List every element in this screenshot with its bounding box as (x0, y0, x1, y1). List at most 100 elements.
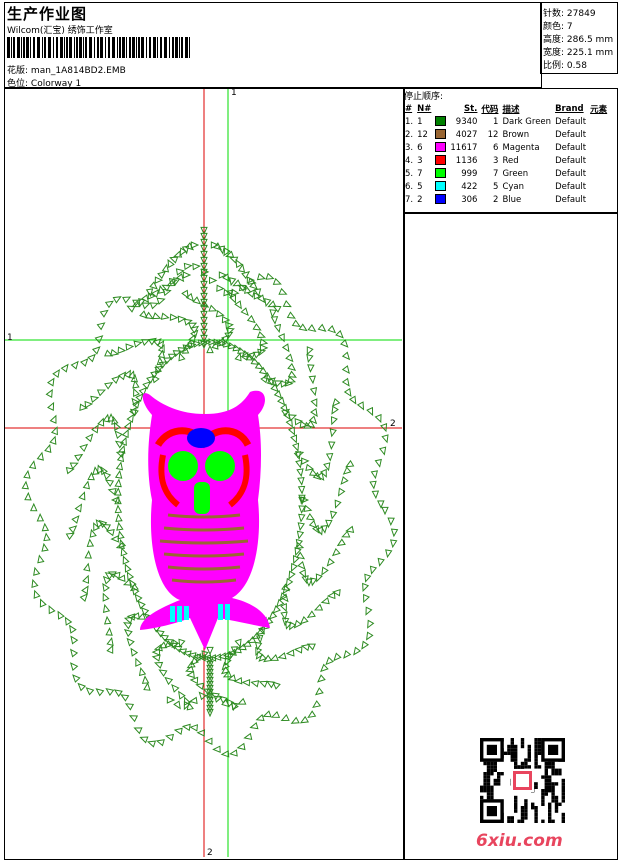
swatch-icon (435, 194, 447, 205)
stop-stitches: 4027 (455, 129, 478, 140)
table-row: 5. 7 999 7 Green Default (403, 167, 609, 180)
subtitle: Wilcom(汇宝) 绣饰工作室 (7, 26, 113, 36)
stop-needle: 12 (417, 129, 428, 140)
owl-head-blue (187, 428, 215, 448)
stop-element (588, 141, 609, 154)
stop-needle: 5 (417, 181, 423, 192)
stop-stitches: 306 (461, 194, 478, 205)
owl-eye-left (168, 451, 198, 481)
stop-element (588, 128, 609, 141)
stop-needle: 3 (417, 155, 423, 166)
stop-code: 3 (493, 155, 499, 166)
stop-stitches: 11617 (450, 142, 478, 153)
color-swatch (433, 180, 448, 193)
stop-brand: Default (555, 142, 587, 153)
owl-motif (140, 390, 270, 650)
col-index: # (405, 103, 413, 114)
stop-sequence-table: # N# St. 代码 描述 Brand 元素 1. 1 9340 1 Dark Gre… (403, 102, 609, 206)
stop-brand: Default (555, 194, 587, 205)
design-label: 花版: (7, 66, 29, 76)
stop-code: 12 (487, 129, 499, 140)
stop-description: Blue (502, 194, 522, 205)
info-scale: 比例: 0.58 (543, 61, 587, 71)
color-swatch (433, 115, 448, 128)
col-code: 代码 (481, 104, 499, 115)
swatch-icon (435, 155, 447, 166)
stop-code: 1 (493, 116, 499, 127)
guide-label-green-h: 1 (7, 333, 13, 343)
stop-needle: 2 (417, 194, 423, 205)
colorway-line: 色位: Colorway 1 (7, 76, 81, 89)
stop-description: Magenta (502, 142, 540, 153)
watermark-logo: 6xiu.com (476, 831, 563, 851)
color-swatch (433, 193, 448, 206)
col-swatch (433, 102, 448, 115)
colorway-value: Colorway 1 (30, 79, 82, 89)
col-needle: N# (417, 103, 432, 114)
stop-index: 1. (405, 116, 414, 127)
stop-needle: 7 (417, 168, 423, 179)
stop-index: 2. (405, 129, 414, 140)
stop-description: Brown (502, 129, 530, 140)
stop-stitches: 999 (461, 168, 478, 179)
stop-stitches: 9340 (455, 116, 478, 127)
stop-needle: 6 (417, 142, 423, 153)
stop-code: 2 (493, 194, 499, 205)
stop-description: Cyan (502, 181, 524, 192)
color-swatch (433, 154, 448, 167)
table-row: 1. 1 9340 1 Dark Green Default (403, 115, 609, 128)
stop-brand: Default (555, 155, 587, 166)
stop-code: 5 (493, 181, 499, 192)
stop-description: Red (502, 155, 519, 166)
stop-index: 6. (405, 181, 414, 192)
guide-label-green-v: 1 (231, 89, 237, 98)
guide-label-red-h: 2 (390, 419, 396, 429)
swatch-icon (435, 142, 447, 153)
stop-description: Green (502, 168, 529, 179)
color-swatch (433, 141, 448, 154)
barcode (7, 37, 190, 58)
owl-beak (194, 482, 210, 514)
design-file: man_1A814BD2.EMB (30, 66, 126, 76)
stop-index: 4. (405, 155, 414, 166)
owl-eye-right (205, 451, 235, 481)
col-brand: Brand (555, 103, 584, 114)
stop-needle: 1 (417, 116, 423, 127)
stop-stitches: 1136 (455, 155, 478, 166)
info-width: 宽度: 225.1 mm (543, 48, 614, 58)
color-swatch (433, 167, 448, 180)
info-stitches: 针数: 27849 (543, 9, 596, 19)
stop-brand: Default (555, 181, 587, 192)
stop-code: 6 (493, 142, 499, 153)
stop-element (588, 180, 609, 193)
col-element: 元素 (590, 104, 608, 115)
stop-element (588, 193, 609, 206)
stop-element (588, 167, 609, 180)
stop-brand: Default (555, 116, 587, 127)
swatch-icon (435, 129, 447, 140)
embroidery-design: 1 1 2 2 (5, 89, 402, 857)
col-stitches: St. (464, 103, 478, 114)
stop-index: 5. (405, 168, 414, 179)
table-row: 4. 3 1136 3 Red Default (403, 154, 609, 167)
stop-code: 7 (493, 168, 499, 179)
color-swatch (433, 128, 448, 141)
stop-stitches: 422 (461, 181, 478, 192)
guide-label-red-v: 2 (207, 848, 213, 857)
stop-description: Dark Green (502, 116, 552, 127)
col-description: 描述 (502, 104, 520, 115)
stop-index: 7. (405, 194, 414, 205)
table-row: 2. 12 4027 12 Brown Default (403, 128, 609, 141)
stops-heading: 停止顺序: (404, 92, 444, 102)
swatch-icon (435, 168, 447, 179)
colorway-label: 色位: (7, 79, 29, 89)
swatch-icon (435, 181, 447, 192)
design-file-line: 花版: man_1A814BD2.EMB (7, 63, 126, 76)
stop-brand: Default (555, 129, 587, 140)
swatch-icon (435, 116, 447, 127)
table-row: 3. 6 11617 6 Magenta Default (403, 141, 609, 154)
stop-brand: Default (555, 168, 587, 179)
stop-element (588, 115, 609, 128)
info-colors: 颜色: 7 (543, 22, 573, 32)
stop-element (588, 154, 609, 167)
